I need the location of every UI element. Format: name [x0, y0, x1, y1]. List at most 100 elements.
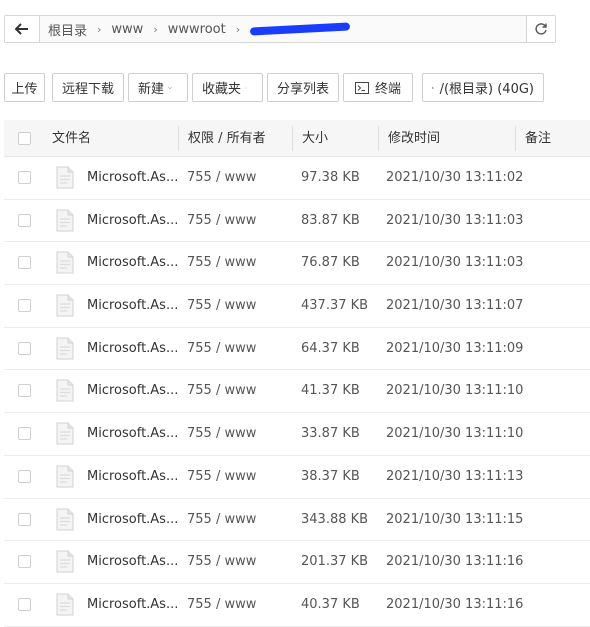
file-permission[interactable]: 755 / www [187, 413, 256, 455]
row-checkbox[interactable] [18, 555, 31, 568]
chevron-right-icon: › [153, 23, 157, 36]
row-checkbox[interactable] [18, 214, 31, 227]
share-list-button[interactable]: 分享列表 [267, 73, 339, 102]
file-size: 201.37 KB [301, 541, 368, 583]
file-permission[interactable]: 755 / www [187, 242, 256, 284]
file-name[interactable]: Microsoft.As... [87, 413, 178, 455]
row-checkbox[interactable] [18, 342, 31, 355]
crumb-www[interactable]: www [111, 22, 143, 37]
row-checkbox[interactable] [18, 598, 31, 611]
file-modified-time: 2021/10/30 13:11:03 [386, 242, 523, 284]
share-list-label: 分享列表 [277, 78, 329, 97]
chevron-down-icon [245, 85, 247, 91]
chevron-down-icon [168, 85, 172, 91]
file-size: 38.37 KB [301, 456, 360, 498]
file-name[interactable]: Microsoft.As... [87, 541, 178, 583]
row-checkbox[interactable] [18, 513, 31, 526]
chevron-right-icon: › [236, 23, 240, 36]
new-dropdown-button[interactable]: 新建 [128, 73, 188, 102]
file-modified-time: 2021/10/30 13:11:03 [386, 200, 523, 242]
file-icon [56, 379, 74, 402]
file-name[interactable]: Microsoft.As... [87, 285, 178, 327]
disk-label: /(根目录) (40G) [440, 78, 534, 97]
terminal-label: 终端 [375, 78, 401, 97]
file-permission[interactable]: 755 / www [187, 328, 256, 370]
column-header-name[interactable]: 文件名 [52, 120, 91, 157]
refresh-button[interactable] [526, 16, 555, 42]
file-permission[interactable]: 755 / www [187, 200, 256, 242]
refresh-icon [534, 22, 548, 36]
table-row[interactable]: Microsoft.As...755 / www40.37 KB2021/10/… [4, 584, 590, 627]
file-icon [56, 422, 74, 445]
file-modified-time: 2021/10/30 13:11:10 [386, 370, 523, 412]
favorites-label: 收藏夹 [202, 78, 241, 97]
file-icon [56, 465, 74, 488]
file-modified-time: 2021/10/30 13:11:13 [386, 456, 523, 498]
file-modified-time: 2021/10/30 13:11:07 [386, 285, 523, 327]
column-header-permission[interactable]: 权限 / 所有者 [188, 120, 266, 157]
upload-button[interactable]: 上传 [4, 73, 45, 102]
disk-button[interactable]: /(根目录) (40G) [422, 73, 544, 102]
favorites-dropdown-button[interactable]: 收藏夹 [192, 73, 263, 102]
column-header-modified[interactable]: 修改时间 [388, 120, 440, 157]
new-label: 新建 [138, 78, 164, 97]
file-name[interactable]: Microsoft.As... [87, 499, 178, 541]
terminal-icon [355, 82, 369, 94]
row-checkbox[interactable] [18, 384, 31, 397]
file-icon [56, 508, 74, 531]
file-icon [56, 294, 74, 317]
row-checkbox[interactable] [18, 427, 31, 440]
breadcrumb: 根目录 › www › wwwroot › [40, 16, 526, 42]
file-permission[interactable]: 755 / www [187, 456, 256, 498]
table-row[interactable]: Microsoft.As...755 / www 343.88 KB 2021/10… [4, 499, 590, 542]
terminal-button[interactable]: 终端 [343, 73, 413, 102]
file-permission[interactable]: 755 / www [187, 541, 256, 583]
table-row[interactable]: Microsoft.As...755 / www 64.37 KB 2021/10/… [4, 328, 590, 371]
file-name[interactable]: Microsoft.As... [87, 328, 178, 370]
file-permission[interactable]: 755 / www [187, 499, 256, 541]
column-header-note[interactable]: 备注 [525, 120, 551, 157]
select-all-checkbox[interactable] [18, 132, 31, 145]
crumb-wwwroot[interactable]: wwwroot [168, 22, 226, 37]
table-row[interactable]: Microsoft.As...755 / www 97.38 KB 2021/10/… [4, 157, 590, 200]
file-name[interactable]: Microsoft.As... [87, 200, 178, 242]
remote-download-label: 远程下载 [62, 78, 114, 97]
row-checkbox[interactable] [18, 470, 31, 483]
table-row[interactable]: Microsoft.As...755 / www 201.37 KB 2021/10… [4, 541, 590, 584]
table-row[interactable]: Microsoft.As...755 / www 76.87 KB 2021/10/… [4, 242, 590, 285]
crumb-root[interactable]: 根目录 [48, 20, 87, 39]
row-checkbox[interactable] [18, 171, 31, 184]
column-header-size[interactable]: 大小 [302, 120, 328, 157]
redacted-path [250, 22, 350, 35]
file-modified-time: 2021/10/30 13:11:09 [386, 328, 523, 370]
back-button[interactable] [5, 16, 40, 42]
file-modified-time: 2021/10/30 13:11:02 [386, 157, 523, 199]
file-size: 41.37 KB [301, 370, 360, 412]
file-name[interactable]: Microsoft.As... [87, 242, 178, 284]
file-modified-time: 2021/10/30 13:11:16 [386, 541, 523, 583]
file-name[interactable]: Microsoft.As... [87, 370, 178, 412]
row-checkbox[interactable] [18, 256, 31, 269]
file-icon [56, 251, 74, 274]
file-icon [56, 593, 74, 616]
file-size: 64.37 KB [301, 328, 360, 370]
file-name[interactable]: Microsoft.As... [87, 157, 178, 199]
remote-download-button[interactable]: 远程下载 [52, 73, 124, 102]
file-size: 76.87 KB [301, 242, 360, 284]
file-size: 343.88 KB [301, 499, 368, 541]
table-row[interactable]: Microsoft.As...755 / www 41.37 KB 2021/10/… [4, 370, 590, 413]
table-row[interactable]: Microsoft.As...755 / www 437.37 KB 2021/10… [4, 285, 590, 328]
file-modified-time: 2021/10/30 13:11:10 [386, 413, 523, 455]
table-row[interactable]: Microsoft.As...755 / www83.87 KB2021/10/… [4, 200, 590, 243]
file-permission[interactable]: 755 / www [187, 157, 256, 199]
file-size: 97.38 KB [301, 157, 360, 199]
table-row[interactable]: Microsoft.As...755 / www 38.37 KB 2021/10/… [4, 456, 590, 499]
row-checkbox[interactable] [18, 299, 31, 312]
file-size: 437.37 KB [301, 285, 368, 327]
file-permission[interactable]: 755 / www [187, 370, 256, 412]
file-name[interactable]: Microsoft.As... [87, 456, 178, 498]
file-permission[interactable]: 755 / www [187, 285, 256, 327]
table-row[interactable]: Microsoft.As...755 / www33.87 KB2021/10/… [4, 413, 590, 456]
file-modified-time: 2021/10/30 13:11:15 [386, 499, 523, 541]
file-icon [56, 550, 74, 573]
